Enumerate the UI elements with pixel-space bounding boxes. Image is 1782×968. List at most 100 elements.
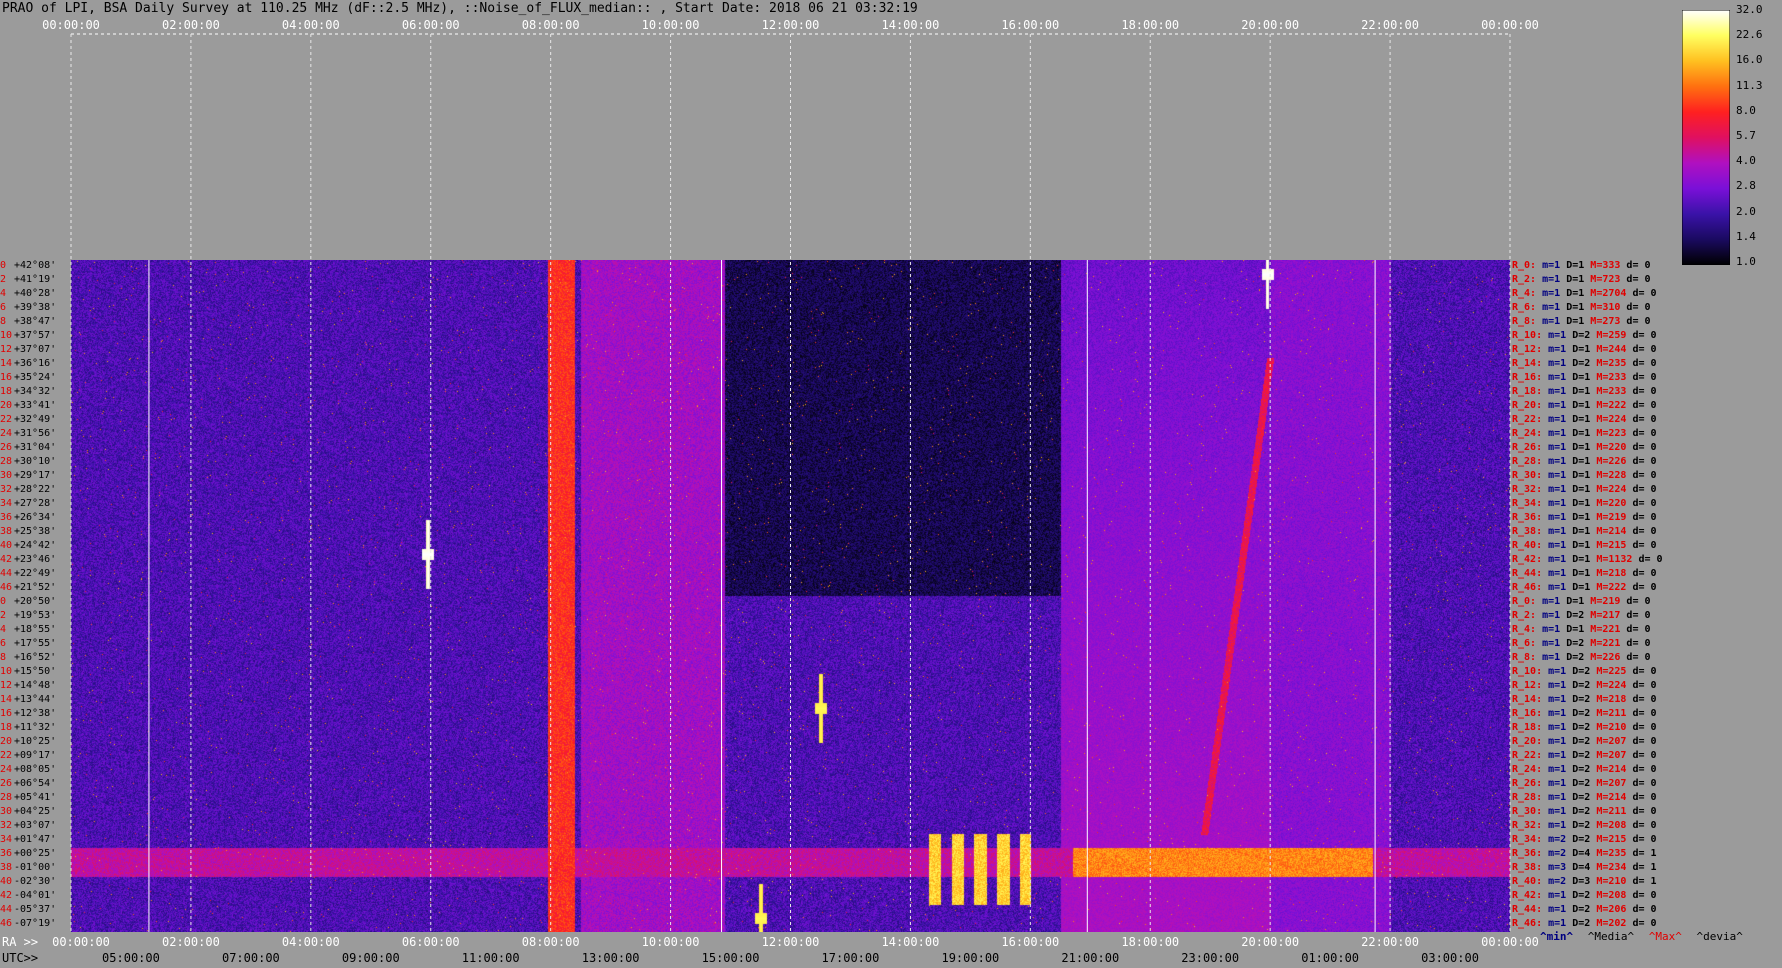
row-stat-x: M=244 (1596, 344, 1633, 355)
row-stat-d: D=1 (1566, 302, 1591, 313)
declination-value: +22°49' (14, 568, 57, 579)
row-number: 10 (0, 330, 13, 341)
row-stat-v: d= 0 (1632, 708, 1657, 719)
row-stat-v: d= 0 (1632, 344, 1657, 355)
row-stat-r: R_22: (1512, 750, 1549, 761)
declination-value: +26°34' (14, 512, 57, 523)
declination-value: +42°08' (14, 260, 57, 271)
row-stat-r: R_42: (1512, 890, 1549, 901)
row-stat-v: d= 0 (1632, 582, 1657, 593)
declination-value: +04°25' (14, 806, 57, 817)
declination-value: +17°55' (14, 638, 57, 649)
row-stat-m: m=1 (1548, 484, 1573, 495)
row-stat-r: R_24: (1512, 764, 1549, 775)
row-stat: R_6: m=1 D=2 M=221 d= 0 (1512, 639, 1651, 649)
declination-value: +25°38' (14, 526, 57, 537)
row-stat-x: M=208 (1596, 890, 1633, 901)
row-stat-d: D=2 (1572, 764, 1597, 775)
row-stat: R_10: m=1 D=2 M=225 d= 0 (1512, 667, 1657, 677)
row-stat-x: M=210 (1596, 722, 1633, 733)
row-stat: R_12: m=1 D=1 M=244 d= 0 (1512, 345, 1657, 355)
row-stat-r: R_4: (1512, 624, 1543, 635)
utc-tick-label: 13:00:00 (581, 951, 640, 965)
top-tick-label: 08:00:00 (521, 18, 580, 32)
row-stat-v: d= 0 (1632, 568, 1657, 579)
row-stat-m: m=1 (1548, 526, 1573, 537)
row-stat-r: R_40: (1512, 876, 1549, 887)
row-stat-x: M=222 (1596, 582, 1633, 593)
row-stat-m: m=1 (1548, 386, 1573, 397)
row-stat-d: D=2 (1572, 918, 1597, 929)
row-stat-r: R_22: (1512, 414, 1549, 425)
row-stat-x: M=215 (1596, 540, 1633, 551)
declination-label: 4 +18°55' (0, 625, 71, 635)
row-stat-m: m=1 (1548, 372, 1573, 383)
row-stat: R_2: m=1 D=2 M=217 d= 0 (1512, 611, 1651, 621)
row-number: 34 (0, 834, 13, 845)
declination-value: +12°38' (14, 708, 57, 719)
row-number: 4 (0, 288, 7, 299)
row-stat: R_14: m=1 D=2 M=218 d= 0 (1512, 695, 1657, 705)
utc-tick-label: 15:00:00 (701, 951, 760, 965)
declination-value: +23°46' (14, 554, 57, 565)
row-stat: R_4: m=1 D=1 M=2704 d= 0 (1512, 289, 1657, 299)
row-stat: R_30: m=1 D=2 M=211 d= 0 (1512, 807, 1657, 817)
declination-value: +37°57' (14, 330, 57, 341)
declination-label: 38 -01°00' (0, 863, 71, 873)
utc-tick-label: 05:00:00 (102, 951, 160, 965)
declination-value: +21°52' (14, 582, 57, 593)
row-number: 2 (0, 610, 7, 621)
declination-label: 22 +32°49' (0, 415, 71, 425)
declination-label: 26 +06°54' (0, 779, 71, 789)
row-stat-r: R_0: (1512, 596, 1543, 607)
row-number: 12 (0, 344, 13, 355)
row-stat: R_46: m=1 D=2 M=202 d= 0 (1512, 919, 1657, 929)
row-stat-v: d= 0 (1632, 834, 1657, 845)
row-stat-r: R_4: (1512, 288, 1543, 299)
row-stat-m: m=1 (1542, 302, 1567, 313)
declination-label: 44 -05°37' (0, 905, 71, 915)
declination-label: 0 +20°50' (0, 597, 71, 607)
top-tick-label: 12:00:00 (761, 18, 820, 32)
row-stat: R_18: m=1 D=1 M=233 d= 0 (1512, 387, 1657, 397)
declination-label: 10 +15°50' (0, 667, 71, 677)
row-stat-v: d= 0 (1632, 484, 1657, 495)
row-stat: R_8: m=1 D=2 M=226 d= 0 (1512, 653, 1651, 663)
row-stat-x: M=211 (1596, 806, 1633, 817)
declination-value: +03°07' (14, 820, 57, 831)
row-stat-m: m=1 (1548, 540, 1573, 551)
row-number: 46 (0, 918, 13, 929)
row-number: 14 (0, 694, 13, 705)
row-stat-x: M=259 (1596, 330, 1633, 341)
row-stat-m: m=1 (1548, 330, 1573, 341)
row-stat-v: d= 1 (1632, 862, 1657, 873)
top-tick-label: 16:00:00 (1001, 18, 1060, 32)
row-stat-v: d= 0 (1632, 694, 1657, 705)
declination-value: +20°50' (14, 596, 57, 607)
row-stat-m: m=1 (1548, 778, 1573, 789)
row-stat-x: M=233 (1596, 386, 1633, 397)
row-number: 12 (0, 680, 13, 691)
row-stat-m: m=1 (1548, 904, 1573, 915)
row-stat-r: R_16: (1512, 372, 1549, 383)
row-stat: R_22: m=1 D=1 M=224 d= 0 (1512, 415, 1657, 425)
declination-label: 34 +01°47' (0, 835, 71, 845)
row-stat-v: d= 0 (1632, 918, 1657, 929)
row-stat-r: R_40: (1512, 540, 1549, 551)
row-stat-d: D=1 (1566, 288, 1591, 299)
declination-label: 28 +05°41' (0, 793, 71, 803)
row-stat-r: R_12: (1512, 344, 1549, 355)
row-stat-v: d= 0 (1632, 498, 1657, 509)
stat-legend: ^min^ ^Media^ ^Max^ ^devia^ (1540, 930, 1751, 943)
declination-value: +11°32' (14, 722, 57, 733)
row-stat-x: M=224 (1596, 680, 1633, 691)
row-stat-x: M=211 (1596, 708, 1633, 719)
declination-label: 26 +31°04' (0, 443, 71, 453)
row-stat-m: m=1 (1542, 652, 1567, 663)
row-stat-d: D=1 (1572, 568, 1597, 579)
row-stat-r: R_30: (1512, 806, 1549, 817)
row-stat-m: m=1 (1548, 680, 1573, 691)
row-stat-v: d= 0 (1632, 400, 1657, 411)
row-stat-x: M=208 (1596, 820, 1633, 831)
declination-value: +16°52' (14, 652, 57, 663)
